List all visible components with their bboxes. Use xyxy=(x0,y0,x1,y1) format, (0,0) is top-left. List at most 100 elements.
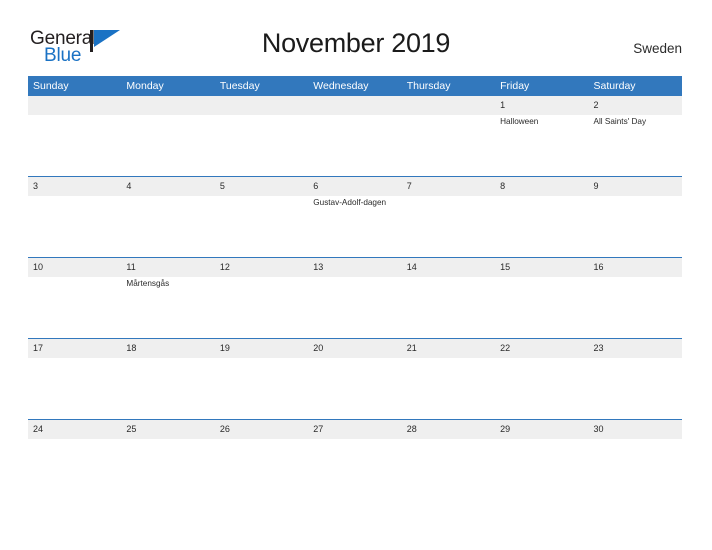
day-cell[interactable] xyxy=(495,196,588,257)
day-cell[interactable] xyxy=(121,439,214,500)
weekday-header-row: Sunday Monday Tuesday Wednesday Thursday Frid… xyxy=(28,76,682,96)
day-cell[interactable] xyxy=(402,358,495,419)
day-number-empty xyxy=(121,96,214,115)
day-cell[interactable] xyxy=(28,115,121,176)
day-number[interactable]: 5 xyxy=(215,177,308,196)
day-number[interactable]: 18 xyxy=(121,339,214,358)
day-number[interactable]: 17 xyxy=(28,339,121,358)
day-cell[interactable] xyxy=(121,196,214,257)
day-number[interactable]: 26 xyxy=(215,420,308,439)
day-number[interactable]: 30 xyxy=(589,420,682,439)
day-cell[interactable] xyxy=(308,277,401,338)
day-number[interactable]: 23 xyxy=(589,339,682,358)
day-number[interactable]: 22 xyxy=(495,339,588,358)
week-date-band: 24 25 26 27 28 29 30 xyxy=(28,420,682,439)
holiday-event-label: Halloween xyxy=(500,117,539,126)
day-cell[interactable] xyxy=(589,277,682,338)
weekday-header-wednesday: Wednesday xyxy=(313,80,369,92)
weekday-header-tuesday: Tuesday xyxy=(219,80,260,92)
day-cell[interactable] xyxy=(402,439,495,500)
day-number[interactable]: 20 xyxy=(308,339,401,358)
weekday-header-saturday: Saturday xyxy=(593,80,636,92)
day-cell[interactable] xyxy=(28,196,121,257)
week-event-band: Gustav-Adolf-dagen xyxy=(28,196,682,257)
day-number[interactable]: 28 xyxy=(402,420,495,439)
calendar-week-row: 3 4 5 6 7 8 9 Gustav-Adolf-dagen xyxy=(28,177,682,258)
day-cell[interactable] xyxy=(402,115,495,176)
day-number[interactable]: 7 xyxy=(402,177,495,196)
weekday-header-monday: Monday xyxy=(126,80,164,92)
country-label: Sweden xyxy=(633,41,682,56)
day-number[interactable]: 9 xyxy=(589,177,682,196)
day-cell[interactable]: Mårtensgås xyxy=(121,277,214,338)
weekday-header-friday: Friday xyxy=(500,80,530,92)
day-number[interactable]: 25 xyxy=(121,420,214,439)
day-number[interactable]: 10 xyxy=(28,258,121,277)
holiday-event-label: Gustav-Adolf-dagen xyxy=(313,198,387,207)
holiday-event-label: Mårtensgås xyxy=(126,279,170,288)
page-title: November 2019 xyxy=(261,28,451,58)
day-cell[interactable] xyxy=(121,115,214,176)
week-date-band: 12 xyxy=(28,96,682,115)
holiday-event-label: All Saints' Day xyxy=(593,117,647,126)
day-cell[interactable] xyxy=(402,196,495,257)
week-date-band: 3456789 xyxy=(28,177,682,196)
day-cell[interactable] xyxy=(495,439,588,500)
calendar-week-row: 17 18 19 20 21 22 23 xyxy=(28,339,682,420)
day-number[interactable]: 27 xyxy=(308,420,401,439)
day-cell[interactable] xyxy=(28,439,121,500)
day-number[interactable]: 15 xyxy=(495,258,588,277)
day-number[interactable]: 3 xyxy=(28,177,121,196)
calendar-week-row: 24 25 26 27 28 29 30 xyxy=(28,420,682,500)
weekday-header-sunday: Sunday xyxy=(33,80,69,92)
week-date-band: 10 11 12 13 14 15 16 xyxy=(28,258,682,277)
day-number[interactable]: 1 xyxy=(495,96,588,115)
day-cell[interactable] xyxy=(589,196,682,257)
day-cell[interactable]: Halloween xyxy=(495,115,588,176)
day-number[interactable]: 16 xyxy=(589,258,682,277)
day-number[interactable]: 11 xyxy=(121,258,214,277)
calendar-grid: Sunday Monday Tuesday Wednesday Thursday Frid… xyxy=(28,76,682,500)
weekday-header-thursday: Thursday xyxy=(406,80,451,92)
day-number[interactable]: 12 xyxy=(215,258,308,277)
day-number[interactable]: 21 xyxy=(402,339,495,358)
day-number[interactable]: 13 xyxy=(308,258,401,277)
day-number[interactable]: 2 xyxy=(589,96,682,115)
week-event-band: Halloween All Saints' Day xyxy=(28,115,682,176)
day-cell[interactable] xyxy=(215,115,308,176)
day-cell[interactable] xyxy=(308,115,401,176)
day-cell[interactable] xyxy=(215,439,308,500)
page-header: General Blue November 2019 Sweden xyxy=(0,0,712,76)
day-number[interactable]: 14 xyxy=(402,258,495,277)
day-cell[interactable] xyxy=(308,358,401,419)
day-cell[interactable] xyxy=(308,439,401,500)
week-date-band: 17 18 19 20 21 22 23 xyxy=(28,339,682,358)
day-number-empty xyxy=(28,96,121,115)
day-cell[interactable]: All Saints' Day xyxy=(589,115,682,176)
day-number[interactable]: 8 xyxy=(495,177,588,196)
calendar-week-row: 1 2 Halloween All Saints' Day xyxy=(28,96,682,177)
day-cell[interactable] xyxy=(589,439,682,500)
week-event-band xyxy=(28,439,682,500)
day-number[interactable]: 6 xyxy=(308,177,401,196)
day-cell[interactable]: Gustav-Adolf-dagen xyxy=(308,196,401,257)
day-cell[interactable] xyxy=(28,277,121,338)
day-cell[interactable] xyxy=(495,358,588,419)
day-cell[interactable] xyxy=(121,358,214,419)
calendar-page: General Blue November 2019 Sweden Sunday… xyxy=(0,0,712,550)
day-cell[interactable] xyxy=(215,196,308,257)
day-cell[interactable] xyxy=(215,277,308,338)
calendar-weeks: 1 2 Halloween All Saints' Day 3 4 5 6 7 8 9 Gustav-… xyxy=(28,96,682,500)
day-cell[interactable] xyxy=(402,277,495,338)
day-number[interactable]: 29 xyxy=(495,420,588,439)
day-number-empty xyxy=(308,96,401,115)
day-number[interactable]: 19 xyxy=(215,339,308,358)
day-cell[interactable] xyxy=(589,358,682,419)
week-event-band: Mårtensgås xyxy=(28,277,682,338)
week-event-band xyxy=(28,358,682,419)
day-cell[interactable] xyxy=(28,358,121,419)
day-number[interactable]: 24 xyxy=(28,420,121,439)
day-cell[interactable] xyxy=(215,358,308,419)
day-number[interactable]: 4 xyxy=(121,177,214,196)
day-cell[interactable] xyxy=(495,277,588,338)
